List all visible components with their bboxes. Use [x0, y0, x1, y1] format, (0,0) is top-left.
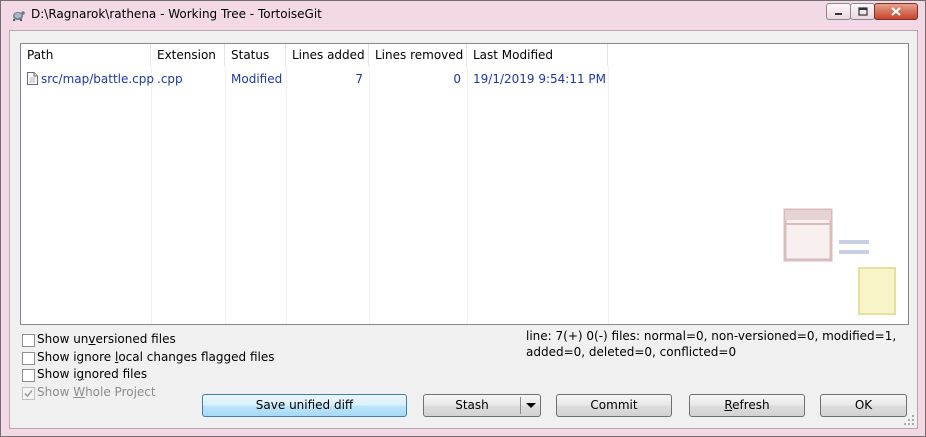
- stats-line-1: line: 7(+) 0(-) files: normal=0, non-ver…: [526, 329, 897, 343]
- cell-extension: .cpp: [157, 72, 183, 86]
- cell-lines-added: 7: [355, 72, 363, 86]
- stats-line-2: added=0, deleted=0, conflicted=0: [526, 345, 737, 359]
- checkbox-label: Show Whole Project: [37, 385, 156, 399]
- file-icon: [27, 72, 38, 85]
- column-header-lines-removed[interactable]: Lines removed: [369, 44, 467, 66]
- checkbox-box[interactable]: [22, 334, 35, 347]
- save-unified-diff-button[interactable]: Save unified diff: [202, 394, 407, 417]
- checkbox-box[interactable]: [22, 352, 35, 365]
- refresh-button[interactable]: Refresh: [689, 394, 805, 417]
- column-divider: [467, 66, 468, 324]
- minimize-icon: [835, 12, 842, 15]
- checkmark-icon: [24, 389, 33, 398]
- cell-path: src/map/battle.cpp: [21, 70, 155, 88]
- column-header-path[interactable]: Path: [21, 44, 151, 66]
- close-button[interactable]: [874, 3, 918, 20]
- table-row[interactable]: src/map/battle.cpp .cpp Modified 7 0 19/…: [21, 70, 908, 88]
- column-divider: [151, 66, 152, 324]
- cell-last-modified: 19/1/2019 9:54:11 PM: [473, 72, 607, 86]
- minimize-button[interactable]: [826, 3, 851, 20]
- checkbox-label: Show ignored files: [37, 367, 148, 381]
- tortoisegit-icon: [13, 11, 25, 21]
- column-divider: [608, 66, 609, 324]
- working-tree-window: D:\Ragnarok\rathena - Working Tree - Tor…: [0, 0, 926, 437]
- stash-split-button[interactable]: Stash: [423, 394, 541, 417]
- ok-button[interactable]: OK: [820, 394, 907, 417]
- checkbox-label: Show unversioned files: [37, 332, 176, 346]
- maximize-icon: [857, 7, 868, 16]
- window-controls: [826, 3, 918, 21]
- commit-watermark-icon: [783, 208, 896, 315]
- column-header-lines-added[interactable]: Lines added: [286, 44, 369, 66]
- cell-lines-removed: 0: [453, 72, 461, 86]
- stash-label: Stash: [455, 398, 489, 412]
- checkbox-label: Show ignore local changes flagged files: [37, 350, 275, 364]
- column-header-extension[interactable]: Extension: [151, 44, 225, 66]
- path-text: src/map/battle.cpp: [41, 72, 155, 86]
- checkbox-box[interactable]: [22, 369, 35, 382]
- change-statistics: line: 7(+) 0(-) files: normal=0, non-ver…: [526, 328, 906, 360]
- chevron-down-icon[interactable]: [526, 403, 536, 408]
- title-bar[interactable]: D:\Ragnarok\rathena - Working Tree - Tor…: [1, 1, 925, 29]
- column-divider: [225, 66, 226, 324]
- column-divider: [369, 66, 370, 324]
- split-divider: [520, 397, 521, 414]
- checkbox-box[interactable]: [22, 387, 35, 400]
- column-header-last-modified[interactable]: Last Modified: [467, 44, 608, 66]
- resize-grip-icon[interactable]: [903, 414, 915, 426]
- close-icon: [891, 7, 901, 16]
- column-divider: [286, 66, 287, 324]
- changed-files-list[interactable]: Path Extension Status Lines added Lines …: [20, 43, 909, 325]
- column-header-status[interactable]: Status: [225, 44, 286, 66]
- cell-status: Modified: [231, 72, 283, 86]
- maximize-button[interactable]: [850, 3, 875, 20]
- commit-button[interactable]: Commit: [556, 394, 672, 417]
- list-header: Path Extension Status Lines added Lines …: [21, 44, 908, 66]
- dialog-client-area: Path Extension Status Lines added Lines …: [9, 30, 918, 429]
- window-title: D:\Ragnarok\rathena - Working Tree - Tor…: [31, 7, 322, 21]
